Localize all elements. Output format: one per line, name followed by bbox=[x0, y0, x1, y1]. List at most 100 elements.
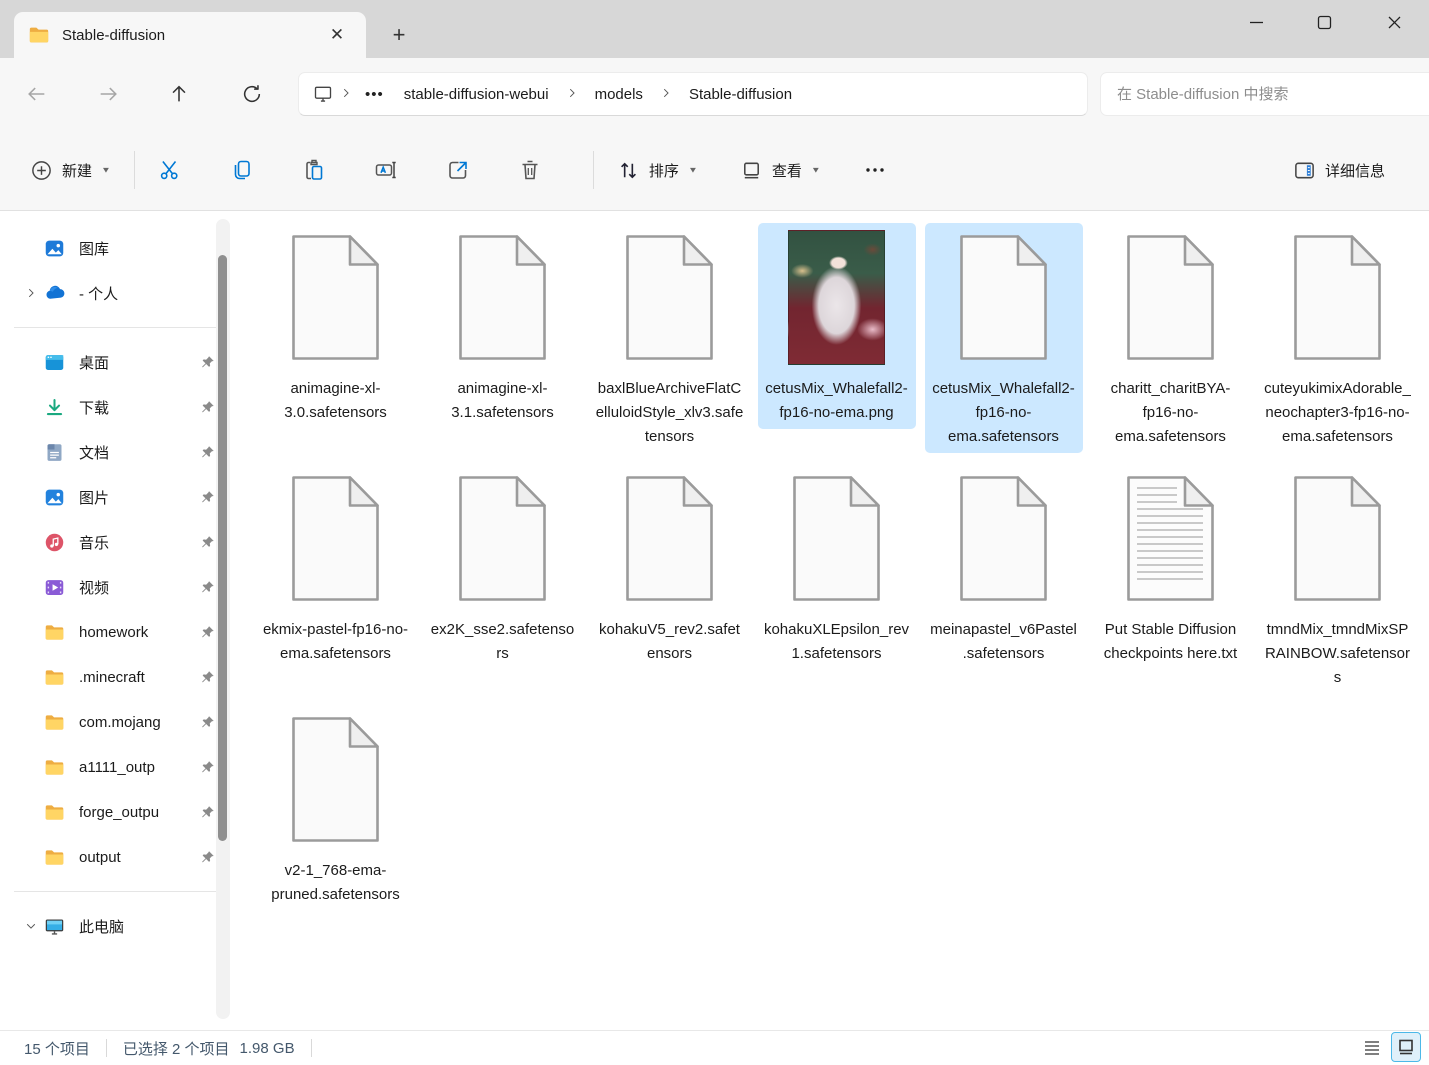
sidebar-divider bbox=[14, 327, 218, 328]
cut-icon bbox=[158, 158, 182, 182]
file-item[interactable]: v2-1_768-ema-pruned.safetensors bbox=[257, 705, 415, 911]
breadcrumb-segment[interactable]: models bbox=[585, 82, 653, 107]
sidebar-divider bbox=[14, 891, 218, 892]
sidebar-item-label: - 个人 bbox=[79, 283, 222, 304]
list-view-toggle[interactable] bbox=[1357, 1032, 1387, 1062]
details-pane-button[interactable]: 详细信息 bbox=[1283, 148, 1395, 192]
folder-tab[interactable]: Stable-diffusion ✕ bbox=[14, 12, 366, 58]
sort-icon bbox=[617, 159, 640, 182]
file-item[interactable]: Put Stable Diffusion checkpoints here.tx… bbox=[1092, 464, 1250, 670]
close-button[interactable] bbox=[1366, 0, 1422, 44]
up-button[interactable] bbox=[159, 74, 199, 114]
breadcrumb[interactable]: •••stable-diffusion-webui models Stable-di… bbox=[298, 72, 1088, 116]
blank-file-icon bbox=[455, 475, 550, 602]
file-item[interactable]: tmndMix_tmndMixSPRAINBOW.safetensors bbox=[1259, 464, 1417, 694]
paste-button[interactable] bbox=[292, 148, 336, 192]
file-name: ex2K_sse2.safetensors bbox=[429, 618, 577, 666]
file-item[interactable]: ex2K_sse2.safetensors bbox=[424, 464, 582, 670]
share-button[interactable] bbox=[436, 148, 480, 192]
file-item[interactable]: cetusMix_Whalefall2-fp16-no-ema.png bbox=[758, 223, 916, 429]
sidebar-item-forge-outpu[interactable]: forge_outpu bbox=[8, 792, 222, 832]
sidebar-item-label: 图库 bbox=[79, 238, 222, 259]
file-item[interactable]: meinapastel_v6Pastel.safetensors bbox=[925, 464, 1083, 670]
file-item[interactable]: cetusMix_Whalefall2-fp16-no-ema.safetens… bbox=[925, 223, 1083, 453]
minimize-button[interactable] bbox=[1228, 0, 1284, 44]
desktop-icon bbox=[44, 352, 65, 373]
music-icon bbox=[44, 532, 65, 553]
downloads-icon bbox=[44, 397, 65, 418]
toolbar-separator bbox=[134, 151, 135, 189]
sidebar-item-homework[interactable]: homework bbox=[8, 612, 222, 652]
navigation-pane: 图库 - 个人桌面下载文档图片音乐视频 homework .minecraft com.… bbox=[0, 211, 232, 1030]
sidebar-item-图片[interactable]: 图片 bbox=[8, 477, 222, 517]
copy-button[interactable] bbox=[220, 148, 264, 192]
plus-circle-icon bbox=[30, 159, 53, 182]
explorer-window: Stable-diffusion ✕ + •••stable-diffusion… bbox=[0, 0, 1429, 1065]
sort-button[interactable]: 排序 ▼ bbox=[607, 148, 708, 192]
pin-icon bbox=[199, 624, 216, 641]
blank-file-icon bbox=[1290, 475, 1385, 602]
status-separator bbox=[311, 1039, 312, 1057]
file-item[interactable]: kohakuXLEpsilon_rev1.safetensors bbox=[758, 464, 916, 670]
new-button[interactable]: 新建 ▼ bbox=[20, 148, 121, 192]
item-count: 15 个项目 bbox=[24, 1038, 90, 1059]
sidebar-item-com-mojang[interactable]: com.mojang bbox=[8, 702, 222, 742]
chevron-right-icon[interactable] bbox=[18, 286, 44, 300]
cut-button[interactable] bbox=[148, 148, 192, 192]
file-name: meinapastel_v6Pastel.safetensors bbox=[930, 618, 1078, 666]
sidebar-item-label: 桌面 bbox=[79, 352, 199, 373]
sidebar-item-a1111-outp[interactable]: a1111_outp bbox=[8, 747, 222, 787]
refresh-button[interactable] bbox=[232, 74, 272, 114]
sidebar-item-下载[interactable]: 下载 bbox=[8, 387, 222, 427]
breadcrumb-segment[interactable]: stable-diffusion-webui bbox=[394, 82, 559, 107]
list-view-icon bbox=[1363, 1038, 1381, 1056]
details-pane-label: 详细信息 bbox=[1325, 160, 1385, 181]
tab-close-icon[interactable]: ✕ bbox=[322, 20, 352, 50]
sidebar-item-视频[interactable]: 视频 bbox=[8, 567, 222, 607]
file-item[interactable]: baxlBlueArchiveFlatCelluloidStyle_xlv3.s… bbox=[591, 223, 749, 453]
sidebar-item--minecraft[interactable]: .minecraft bbox=[8, 657, 222, 697]
file-name: cetusMix_Whalefall2-fp16-no-ema.png bbox=[763, 377, 911, 425]
sidebar-item-此电脑[interactable]: 此电脑 bbox=[8, 906, 222, 946]
more-options-button[interactable] bbox=[853, 148, 897, 192]
sidebar-item-图库[interactable]: 图库 bbox=[8, 228, 222, 268]
file-item[interactable]: charitt_charitBYA-fp16-no-ema.safetensor… bbox=[1092, 223, 1250, 453]
sidebar-scrollbar-track[interactable] bbox=[216, 219, 230, 1019]
blank-file-icon bbox=[956, 234, 1051, 361]
pin-icon bbox=[199, 849, 216, 866]
breadcrumb-segment[interactable]: Stable-diffusion bbox=[679, 82, 802, 107]
pictures-icon bbox=[44, 487, 65, 508]
file-item[interactable]: animagine-xl-3.1.safetensors bbox=[424, 223, 582, 429]
sidebar-item-label: 音乐 bbox=[79, 532, 199, 553]
sidebar-item-文档[interactable]: 文档 bbox=[8, 432, 222, 472]
chevron-down-icon[interactable] bbox=[18, 919, 44, 933]
large-icons-view-toggle[interactable] bbox=[1391, 1032, 1421, 1062]
file-item[interactable]: ekmix-pastel-fp16-no-ema.safetensors bbox=[257, 464, 415, 670]
file-item[interactable]: kohakuV5_rev2.safetensors bbox=[591, 464, 749, 670]
file-name: cuteyukimixAdorable_neochapter3-fp16-no-… bbox=[1264, 377, 1412, 449]
sidebar-item-桌面[interactable]: 桌面 bbox=[8, 342, 222, 382]
sidebar-item--个人[interactable]: - 个人 bbox=[8, 273, 222, 313]
monitor-icon[interactable] bbox=[313, 84, 333, 104]
pin-icon bbox=[199, 534, 216, 551]
new-tab-button[interactable]: + bbox=[382, 18, 416, 52]
chevron-down-icon: ▼ bbox=[101, 166, 111, 175]
file-item[interactable]: cuteyukimixAdorable_neochapter3-fp16-no-… bbox=[1259, 223, 1417, 453]
search-input[interactable] bbox=[1101, 86, 1429, 103]
delete-button[interactable] bbox=[508, 148, 552, 192]
copy-icon bbox=[230, 158, 254, 182]
sidebar-item-output[interactable]: output bbox=[8, 837, 222, 877]
sidebar-item-label: .minecraft bbox=[79, 669, 199, 686]
sort-button-label: 排序 bbox=[649, 160, 679, 181]
file-item[interactable]: animagine-xl-3.0.safetensors bbox=[257, 223, 415, 429]
folder-icon bbox=[28, 24, 50, 46]
maximize-button[interactable] bbox=[1296, 0, 1352, 44]
folder-icon bbox=[44, 757, 65, 778]
rename-button[interactable] bbox=[364, 148, 408, 192]
breadcrumb-overflow-button[interactable]: ••• bbox=[359, 86, 390, 103]
sidebar-item-音乐[interactable]: 音乐 bbox=[8, 522, 222, 562]
back-button[interactable] bbox=[17, 74, 57, 114]
view-button[interactable]: 查看 ▼ bbox=[730, 148, 831, 192]
forward-button[interactable] bbox=[88, 74, 128, 114]
sidebar-scrollbar-thumb[interactable] bbox=[218, 255, 227, 841]
